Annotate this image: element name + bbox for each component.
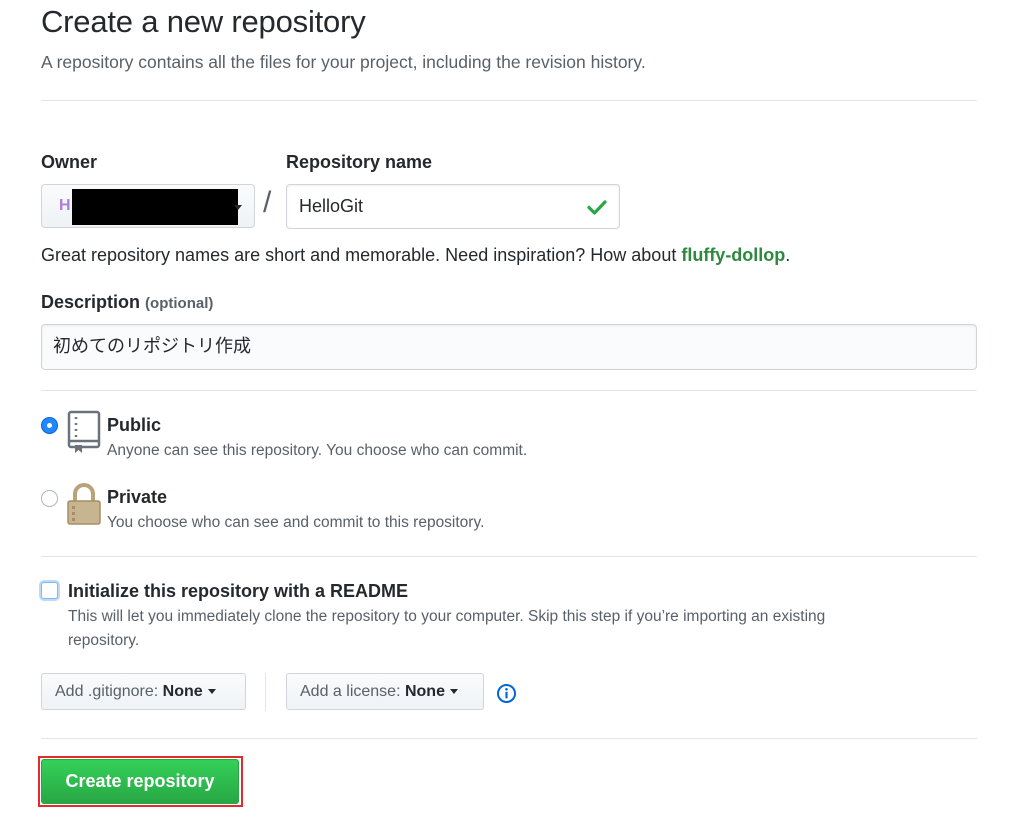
divider: [41, 738, 977, 739]
description-label-text: Description: [41, 292, 141, 312]
owner-select[interactable]: H: [41, 184, 255, 228]
chevron-down-icon: [207, 689, 216, 695]
license-value: None: [404, 683, 445, 700]
lock-icon: [67, 483, 101, 525]
readme-note-line2: repository.: [68, 632, 140, 649]
public-note: Anyone can see this repository. You choo…: [107, 442, 528, 459]
gitignore-select[interactable]: Add .gitignore: None: [41, 673, 246, 710]
page-title: Create a new repository: [41, 4, 366, 39]
optional-hint: (optional): [145, 295, 214, 312]
owner-repo-separator: /: [263, 186, 272, 219]
readme-note-line1: This will let you immediately clone the …: [68, 608, 826, 625]
name-hint-end: .: [785, 245, 791, 265]
check-icon: [587, 200, 607, 215]
name-suggestion-link[interactable]: fluffy-dollop: [681, 245, 785, 265]
description-label: Description (optional): [41, 292, 213, 313]
license-label: Add a license:: [300, 683, 401, 700]
page-subtitle: A repository contains all the files for …: [41, 52, 646, 72]
divider: [41, 100, 977, 101]
repository-name-label: Repository name: [286, 152, 433, 172]
license-select[interactable]: Add a license: None: [286, 673, 484, 710]
chevron-down-icon: [234, 205, 242, 210]
gitignore-value: None: [162, 683, 203, 700]
name-hint: Great repository names are short and mem…: [41, 245, 790, 266]
private-note: You choose who can see and commit to thi…: [107, 514, 485, 531]
private-title: Private: [107, 487, 168, 507]
repository-name-value: HelloGit: [299, 196, 364, 216]
description-input[interactable]: 初めてのリポジトリ作成: [41, 324, 977, 370]
gitignore-label: Add .gitignore:: [55, 683, 159, 700]
divider: [41, 390, 977, 391]
new-repository-page: Create a new repository A repository con…: [0, 0, 1024, 819]
select-divider: [265, 673, 266, 711]
owner-avatar: H: [59, 197, 71, 214]
readme-checkbox[interactable]: [41, 582, 58, 599]
public-title: Public: [107, 415, 162, 435]
private-radio[interactable]: [41, 490, 58, 507]
repo-book-icon: [67, 410, 101, 453]
create-repository-button[interactable]: Create repository: [41, 759, 239, 804]
name-hint-text: Great repository names are short and mem…: [41, 245, 682, 265]
public-radio[interactable]: [41, 417, 58, 434]
chevron-down-icon: [449, 689, 458, 695]
readme-title: Initialize this repository with a README: [68, 581, 409, 601]
owner-label: Owner: [41, 152, 98, 172]
description-value: 初めてのリポジトリ作成: [53, 336, 251, 357]
divider: [41, 556, 977, 557]
owner-name-redacted: [72, 189, 238, 225]
info-icon[interactable]: [496, 683, 517, 704]
repository-name-input[interactable]: HelloGit: [286, 184, 620, 229]
